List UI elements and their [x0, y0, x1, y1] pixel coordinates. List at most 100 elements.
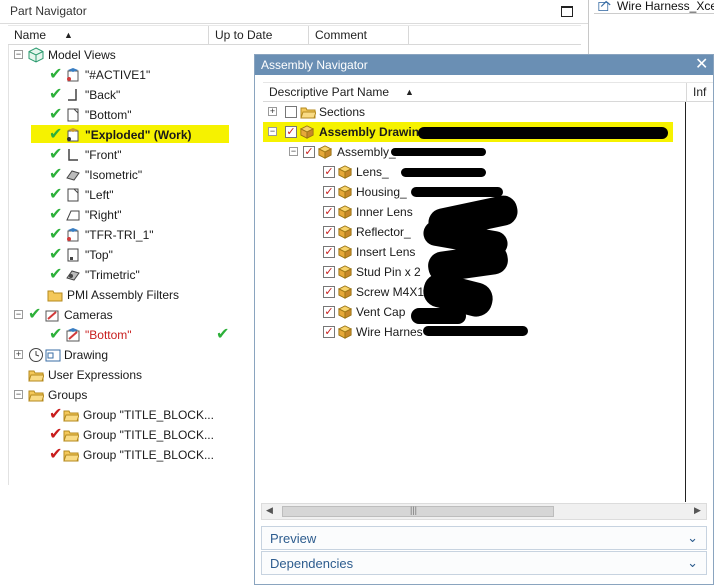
view-exploded-icon	[67, 128, 79, 142]
part-cube-icon	[338, 325, 352, 339]
checkbox-checked[interactable]: ✓	[323, 226, 335, 238]
expand-icon[interactable]: +	[14, 350, 23, 359]
horizontal-scrollbar[interactable]: ◀ ||| ▶	[261, 503, 707, 520]
assembly-navigator-header: Descriptive Part Name ▲ Inf	[263, 82, 713, 102]
view-isometric-icon	[66, 170, 80, 181]
checkbox-checked[interactable]: ✓	[323, 206, 335, 218]
assembly-navigator-title: Assembly Navigator	[261, 58, 368, 72]
dependencies-section[interactable]: Dependencies ⌄	[261, 551, 707, 575]
part-cube-icon	[338, 265, 352, 279]
checkbox[interactable]	[285, 106, 297, 118]
assembly-navigator-titlebar[interactable]: Assembly Navigator ✕	[255, 55, 713, 75]
column-header-comment[interactable]: Comment	[309, 26, 409, 45]
window-tab[interactable]: Wire Harness_Xcer	[594, 0, 714, 14]
part-cube-icon	[338, 245, 352, 259]
checkmark-icon: ✔	[49, 126, 63, 143]
red-checkmark-icon: ✔	[49, 406, 63, 423]
assembly-navigator-panel: Assembly Navigator ✕ Descriptive Part Na…	[254, 54, 714, 585]
checkmark-icon: ✔	[49, 146, 63, 163]
part-navigator-header: Name ▲ Up to Date Comment	[8, 25, 581, 45]
camera-view-icon	[66, 328, 80, 342]
collapse-icon[interactable]: −	[289, 147, 298, 156]
chevron-down-icon: ⌄	[687, 555, 698, 570]
redaction-mark	[411, 187, 503, 197]
redaction-mark	[401, 168, 486, 177]
scroll-left-arrow-icon[interactable]: ◀	[266, 505, 273, 516]
checkmark-icon: ✔	[49, 106, 63, 123]
collapse-icon[interactable]: −	[268, 127, 277, 136]
close-icon[interactable]: ✕	[695, 55, 708, 75]
assembly-navigator-tree: + Sections − ✓ Assembly Drawing_ − ✓ Ass…	[263, 102, 687, 502]
view-left-icon	[67, 188, 79, 202]
part-cube-icon	[338, 205, 352, 219]
checkmark-icon: ✔	[28, 306, 42, 323]
part-navigator-title: Part Navigator	[10, 4, 87, 18]
redaction-mark	[411, 308, 466, 324]
expand-icon[interactable]: +	[268, 107, 277, 116]
checkmark-icon: ✔	[49, 326, 63, 343]
view-active-icon	[67, 68, 79, 82]
checkmark-icon: ✔	[49, 266, 63, 283]
assembly-icon	[300, 125, 314, 139]
checkmark-icon: ✔	[49, 166, 63, 183]
checkmark-icon: ✔	[49, 186, 63, 203]
tree-row-sections[interactable]: + Sections	[263, 102, 687, 122]
checkmark-icon: ✔	[49, 86, 63, 103]
maximize-icon[interactable]	[561, 6, 573, 17]
redaction-mark	[418, 127, 668, 139]
checkbox-checked[interactable]: ✓	[323, 186, 335, 198]
folder-open-icon	[28, 370, 44, 382]
folder-open-icon	[28, 390, 44, 402]
part-cube-icon	[338, 285, 352, 299]
red-checkmark-icon: ✔	[49, 426, 63, 443]
wire-harness-icon	[598, 0, 611, 11]
folder-open-icon	[63, 410, 79, 422]
collapse-icon[interactable]: −	[14, 390, 23, 399]
folder-open-icon	[63, 430, 79, 442]
checkmark-icon: ✔	[49, 206, 63, 223]
sort-ascending-icon: ▲	[64, 30, 73, 40]
checkbox-checked[interactable]: ✓	[303, 146, 315, 158]
view-front-icon	[68, 149, 78, 161]
part-cube-icon	[338, 225, 352, 239]
chevron-down-icon: ⌄	[687, 530, 698, 545]
column-header-info[interactable]: Inf	[687, 83, 713, 102]
checkbox-checked[interactable]: ✓	[323, 286, 335, 298]
checkmark-icon: ✔	[49, 246, 63, 263]
collapse-icon[interactable]: −	[14, 310, 23, 319]
checkbox-checked[interactable]: ✓	[323, 306, 335, 318]
preview-section[interactable]: Preview ⌄	[261, 526, 707, 550]
view-bottom-icon	[67, 108, 79, 122]
checkbox-checked[interactable]: ✓	[323, 326, 335, 338]
checkmark-icon: ✔	[49, 66, 63, 83]
view-trimetric-icon	[66, 270, 80, 281]
column-divider	[685, 102, 686, 502]
view-top-icon	[67, 248, 79, 262]
scrollbar-thumb[interactable]: |||	[282, 505, 554, 517]
part-navigator-titlebar: Part Navigator	[0, 0, 588, 24]
grip-icon: |||	[410, 505, 418, 515]
drawing-icon	[45, 349, 61, 362]
part-cube-icon	[338, 305, 352, 319]
redaction-mark	[391, 148, 486, 156]
model-views-icon	[28, 47, 44, 63]
checkbox-checked[interactable]: ✓	[323, 166, 335, 178]
sort-ascending-icon: ▲	[405, 87, 414, 97]
column-header-name[interactable]: Name ▲	[8, 26, 209, 45]
folder-open-icon	[63, 450, 79, 462]
column-header-descriptive-part-name[interactable]: Descriptive Part Name ▲	[263, 83, 687, 102]
checkbox-checked[interactable]: ✓	[323, 246, 335, 258]
clock-icon	[29, 348, 43, 362]
red-checkmark-icon: ✔	[49, 446, 63, 463]
checkbox-checked[interactable]: ✓	[285, 126, 297, 138]
part-cube-icon	[338, 185, 352, 199]
scroll-right-arrow-icon[interactable]: ▶	[694, 505, 701, 516]
checkbox-checked[interactable]: ✓	[323, 266, 335, 278]
folder-open-icon	[300, 107, 316, 119]
folder-icon	[47, 290, 63, 302]
checkmark-icon: ✔	[49, 226, 63, 243]
window-tab-title: Wire Harness_Xcer	[617, 0, 714, 13]
part-cube-icon	[338, 165, 352, 179]
collapse-icon[interactable]: −	[14, 50, 23, 59]
column-header-up-to-date[interactable]: Up to Date	[209, 26, 309, 45]
